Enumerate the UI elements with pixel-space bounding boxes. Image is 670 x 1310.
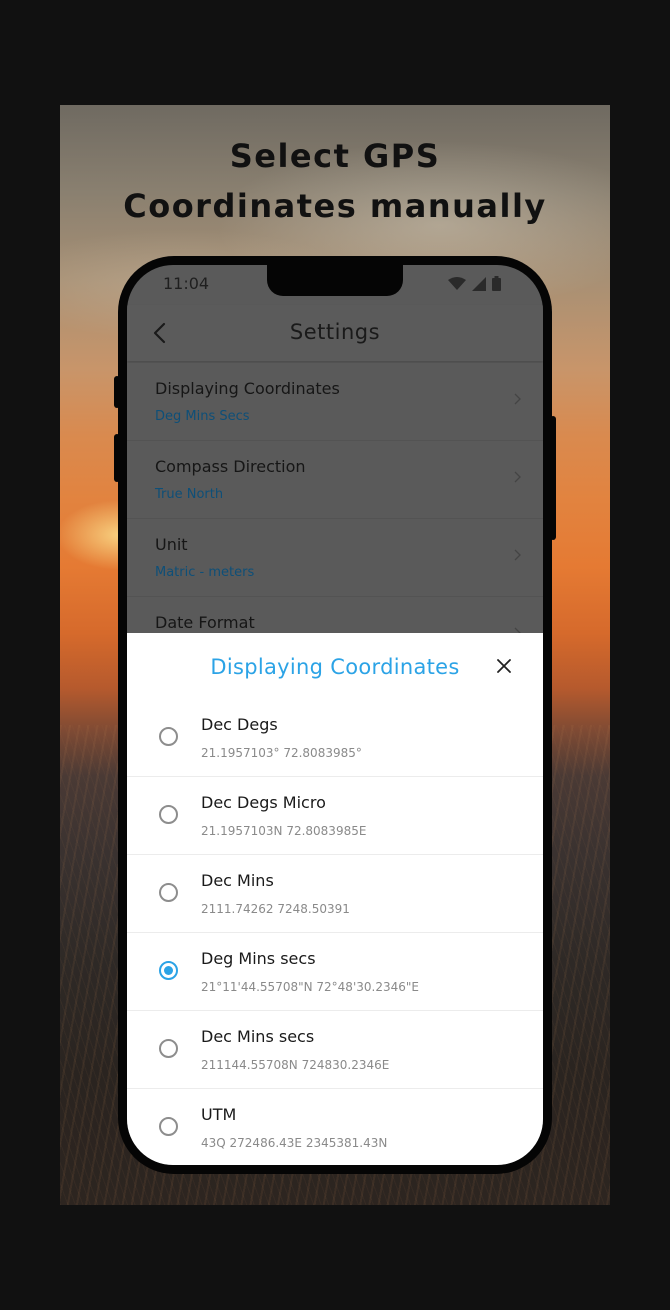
setting-title: Unit <box>155 535 188 554</box>
option-dec-degs-micro[interactable]: Dec Degs Micro 21.1957103N 72.8083985E <box>127 777 543 855</box>
coordinates-bottom-sheet: Displaying Coordinates Dec Degs 21.19571… <box>127 633 543 1165</box>
option-sample: 21°11'44.55708"N 72°48'30.2346"E <box>201 980 419 994</box>
page-title: Settings <box>289 320 381 344</box>
chevron-right-icon <box>514 471 521 483</box>
setting-value: Matric - meters <box>155 565 255 580</box>
headline-line-1: Select GPS <box>229 137 441 175</box>
option-label: Dec Degs Micro <box>201 793 326 812</box>
radio-button-selected[interactable] <box>159 961 178 980</box>
option-deg-mins-secs[interactable]: Deg Mins secs 21°11'44.55708"N 72°48'30.… <box>127 933 543 1011</box>
phone-frame: 11:04 Settings Displaying Coordinates De… <box>118 256 552 1174</box>
settings-list: Displaying Coordinates Deg Mins Secs Com… <box>127 363 543 675</box>
radio-button[interactable] <box>159 727 178 746</box>
headline-line-2: Coordinates manually <box>123 187 547 225</box>
option-label: Dec Degs <box>201 715 278 734</box>
option-dec-mins-secs[interactable]: Dec Mins secs 211144.55708N 724830.2346E <box>127 1011 543 1089</box>
option-label: UTM <box>201 1105 237 1124</box>
sheet-title: Displaying Coordinates <box>210 655 460 679</box>
option-utm[interactable]: UTM 43Q 272486.43E 2345381.43N <box>127 1089 543 1165</box>
radio-button[interactable] <box>159 1039 178 1058</box>
radio-button[interactable] <box>159 805 178 824</box>
signal-icon <box>472 276 486 291</box>
setting-title: Displaying Coordinates <box>155 379 340 398</box>
radio-button[interactable] <box>159 1117 178 1136</box>
close-icon[interactable] <box>495 657 513 675</box>
option-sample: 211144.55708N 724830.2346E <box>201 1058 390 1072</box>
coordinate-format-options: Dec Degs 21.1957103° 72.8083985° Dec Deg… <box>127 699 543 1165</box>
option-dec-mins[interactable]: Dec Mins 2111.74262 7248.50391 <box>127 855 543 933</box>
option-sample: 2111.74262 7248.50391 <box>201 902 350 916</box>
setting-title: Date Format <box>155 613 255 632</box>
setting-compass-direction[interactable]: Compass Direction True North <box>127 441 543 519</box>
phone-notch <box>267 265 403 296</box>
option-label: Dec Mins <box>201 871 274 890</box>
chevron-right-icon <box>514 393 521 405</box>
status-icons <box>448 276 501 291</box>
setting-value: Deg Mins Secs <box>155 409 250 424</box>
option-dec-degs[interactable]: Dec Degs 21.1957103° 72.8083985° <box>127 699 543 777</box>
option-label: Dec Mins secs <box>201 1027 315 1046</box>
option-sample: 21.1957103° 72.8083985° <box>201 746 362 760</box>
phone-screen: 11:04 Settings Displaying Coordinates De… <box>127 265 543 1165</box>
chevron-right-icon <box>514 549 521 561</box>
wifi-icon <box>448 276 466 290</box>
setting-title: Compass Direction <box>155 457 306 476</box>
setting-unit[interactable]: Unit Matric - meters <box>127 519 543 597</box>
setting-value: True North <box>155 487 224 502</box>
setting-displaying-coordinates[interactable]: Displaying Coordinates Deg Mins Secs <box>127 363 543 441</box>
battery-icon <box>492 276 501 291</box>
status-time: 11:04 <box>163 274 210 293</box>
option-sample: 43Q 272486.43E 2345381.43N <box>201 1136 388 1150</box>
radio-button[interactable] <box>159 883 178 902</box>
option-sample: 21.1957103N 72.8083985E <box>201 824 367 838</box>
option-label: Deg Mins secs <box>201 949 316 968</box>
app-bar: Settings <box>127 305 543 361</box>
promo-headline: Select GPS Coordinates manually <box>60 131 610 231</box>
